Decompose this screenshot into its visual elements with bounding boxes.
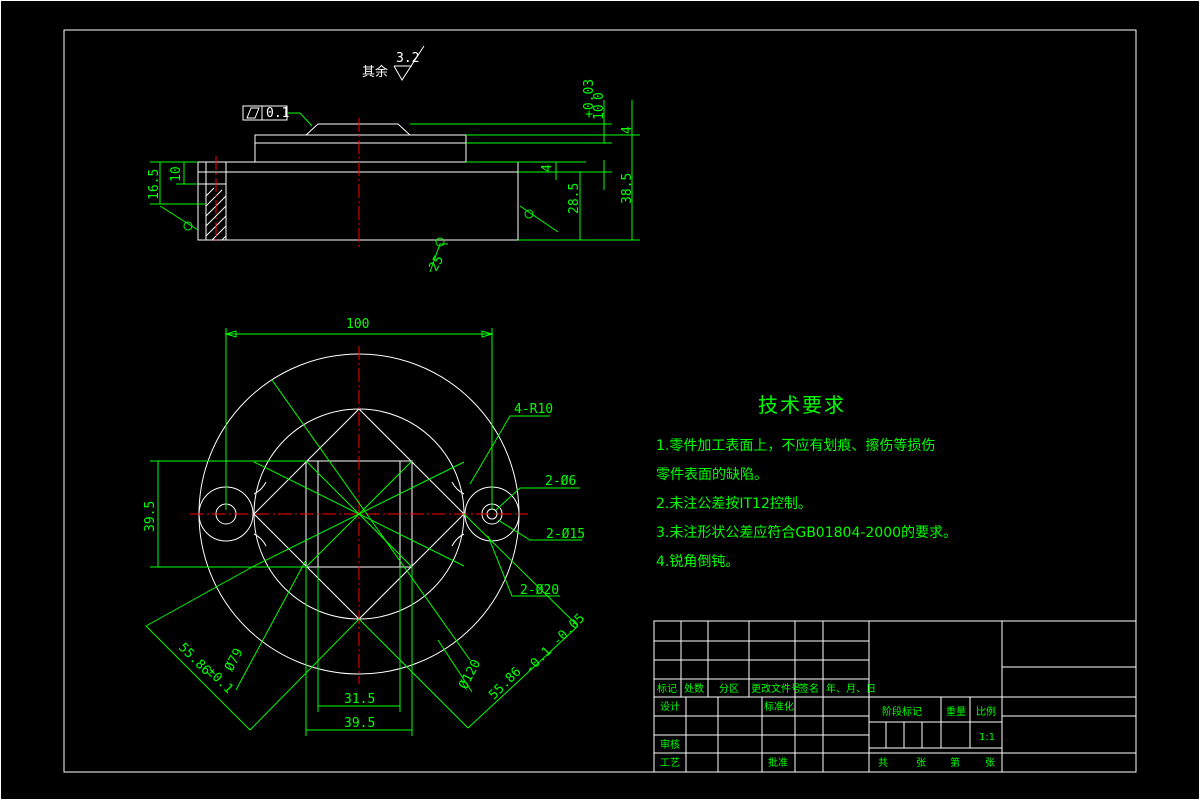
section-boss [254,134,467,163]
plan-view: 100 4-R10 2-Ø6 2-Ø15 2-Ø20 39.5 Ø79 Ø120… [143,317,588,736]
flatness-icon [246,107,260,119]
dim-4-top: 4 [620,126,635,134]
tech-requirement-item: 2.未注公差按IT12控制。 [656,496,812,512]
angle-25: 25 [426,253,447,274]
tb-qianming: 签名 [799,682,819,695]
tb-gong: 共 [878,757,888,769]
dim-4-r10: 4-R10 [514,402,553,417]
tb-shenhe: 审核 [660,738,680,751]
dim-2-phi20: 2-Ø20 [520,583,559,598]
tb-date: 年、月、日 [826,682,876,695]
tb-bili: 比例 [976,705,996,718]
tb-pizhun: 批准 [768,756,788,769]
tb-jieduan: 阶段标记 [882,705,922,718]
dim-100: 100 [346,317,369,332]
dim-10-left: 10 [169,166,184,182]
section-view: 其余 3.2 0.1 10 +0.03 0 4 4 28.5 38.5 16.5… [147,45,640,274]
dim-39-5-bottom: 39.5 [344,716,375,731]
tech-requirement-item: 3.未注形状公差应符合GB01804-2000的要求。 [656,525,958,541]
flatness-value: 0.1 [266,106,289,121]
roughness-other-label: 其余 [362,64,388,80]
dim-4-mid: 4 [540,164,555,172]
dim-28-5: 28.5 [567,183,582,214]
dim-2-phi15: 2-Ø15 [546,527,585,542]
title-block: 标记 处数 分区 更改文件号 签名 年、月、日 设计 标准化 审核 工艺 批准 … [653,620,1137,773]
tb-biaoji: 标记 [657,683,677,695]
dim-16-5: 16.5 [147,169,162,200]
tech-requirement-item: 1.零件加工表面上，不应有划痕、擦伤等损伤 [656,438,936,454]
tb-gongyi: 工艺 [660,757,680,769]
tb-zhang1: 张 [916,757,926,769]
cad-drawing-sheet: 其余 3.2 0.1 10 +0.03 0 4 4 28.5 38.5 16.5… [0,0,1200,800]
tb-zhongliang: 重量 [946,705,966,718]
dim-31-5: 31.5 [344,692,375,707]
tb-sheji: 设计 [660,700,680,713]
tb-biaozhunhua: 标准化 [764,700,794,713]
tb-chushu: 处数 [684,682,704,695]
dim-39-5-left: 39.5 [143,501,158,532]
section-top-raised [305,123,411,136]
section-base-body [197,171,519,241]
tech-requirement-item: 零件表面的缺陷。 [656,467,768,483]
roughness-value: 3.2 [396,51,419,66]
tb-gengai: 更改文件号 [751,682,801,695]
tb-zhang2: 张 [985,757,995,769]
dim-55-86-right-tol: -0.1 -0.05 [522,611,588,677]
tb-fenqu: 分区 [719,683,739,695]
dim-55-86-right: 55.86 [486,665,524,703]
dim-phi79: Ø79 [222,646,246,674]
tb-scale: 1:1 [979,732,995,743]
tech-requirements-title: 技术要求 [758,393,846,417]
tb-di: 第 [950,756,960,769]
dim-tol-lower: 0 [592,92,607,100]
tech-requirements-list: 1.零件加工表面上，不应有划痕、擦伤等损伤 零件表面的缺陷。 2.未注公差按IT… [656,432,957,577]
tech-requirement-item: 4.锐角倒钝。 [656,554,740,570]
dim-38-5: 38.5 [620,173,635,204]
dim-2-phi6: 2-Ø6 [545,474,576,489]
